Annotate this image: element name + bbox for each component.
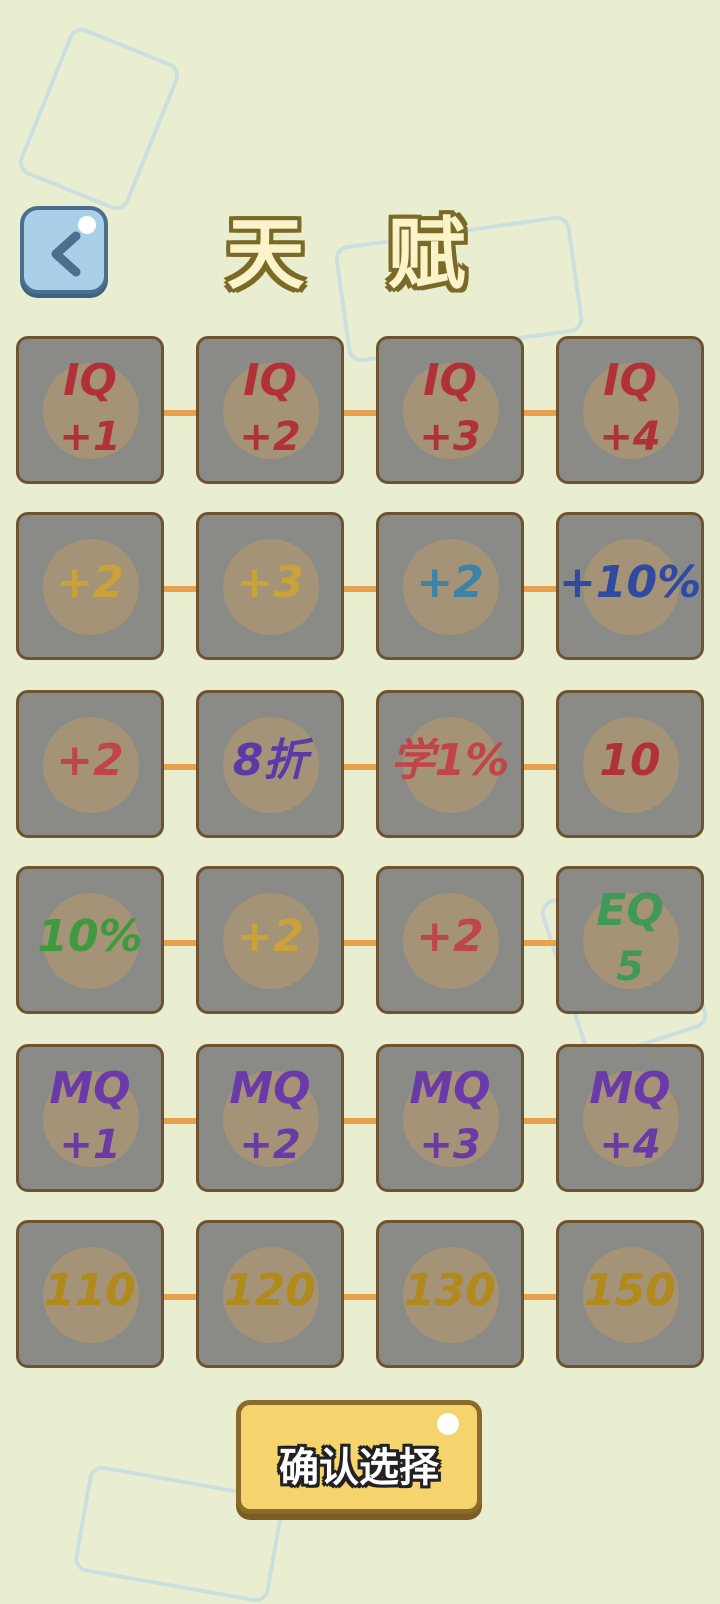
talent-label: MQ bbox=[589, 1063, 671, 1114]
talent-label: 150 bbox=[584, 1265, 676, 1316]
talent-tile[interactable]: 10% bbox=[16, 866, 164, 1014]
confirm-selection-label: 确认选择 bbox=[279, 1445, 439, 1491]
talent-tile[interactable]: 120 bbox=[196, 1220, 344, 1368]
talent-value: +2 bbox=[239, 1122, 301, 1168]
talent-row-connector bbox=[100, 764, 620, 770]
talent-value: 5 bbox=[616, 944, 644, 990]
talent-row-connector bbox=[100, 586, 620, 592]
talent-tile[interactable]: +2 bbox=[16, 690, 164, 838]
talent-label: 10% bbox=[37, 911, 143, 962]
talent-label: +2 bbox=[416, 557, 484, 608]
talent-tile[interactable]: 150 bbox=[556, 1220, 704, 1368]
talent-value: +1 bbox=[59, 414, 121, 460]
talent-value: +3 bbox=[419, 414, 481, 460]
talent-label: +10% bbox=[559, 557, 702, 608]
talent-tile[interactable]: IQ +1 bbox=[16, 336, 164, 484]
talent-tile[interactable]: EQ 5 bbox=[556, 866, 704, 1014]
talent-label: +2 bbox=[56, 735, 124, 786]
talent-value: +1 bbox=[59, 1122, 121, 1168]
button-shine bbox=[437, 1413, 459, 1435]
talent-label: 学1% bbox=[390, 735, 510, 786]
talent-tile[interactable]: MQ +2 bbox=[196, 1044, 344, 1192]
talent-tile[interactable]: +2 bbox=[16, 512, 164, 660]
talent-label: 8折 bbox=[232, 735, 308, 786]
talent-tile[interactable]: 学1% bbox=[376, 690, 524, 838]
talent-tile[interactable]: 8折 bbox=[196, 690, 344, 838]
talent-tile[interactable]: +2 bbox=[376, 866, 524, 1014]
confirm-selection-button[interactable]: 确认选择 bbox=[236, 1400, 482, 1514]
talent-label: 120 bbox=[224, 1265, 316, 1316]
talent-value: +2 bbox=[239, 414, 301, 460]
talent-tile[interactable]: IQ +2 bbox=[196, 336, 344, 484]
talent-label: IQ bbox=[63, 355, 117, 406]
talent-label: MQ bbox=[49, 1063, 131, 1114]
talent-tile[interactable]: MQ +4 bbox=[556, 1044, 704, 1192]
talent-label: MQ bbox=[409, 1063, 491, 1114]
talent-label: +2 bbox=[236, 911, 304, 962]
talent-label: +3 bbox=[236, 557, 304, 608]
talent-row-connector bbox=[100, 1294, 620, 1300]
talent-tile[interactable]: 110 bbox=[16, 1220, 164, 1368]
talent-tile[interactable]: +10% bbox=[556, 512, 704, 660]
talent-row-connector bbox=[100, 940, 620, 946]
talent-tile[interactable]: 10 bbox=[556, 690, 704, 838]
talent-label: MQ bbox=[229, 1063, 311, 1114]
talent-tile[interactable]: +2 bbox=[376, 512, 524, 660]
talent-label: IQ bbox=[603, 355, 657, 406]
talent-tile[interactable]: +3 bbox=[196, 512, 344, 660]
talent-tile[interactable]: +2 bbox=[196, 866, 344, 1014]
talent-row-connector bbox=[100, 410, 620, 416]
talent-grid: IQ +1 IQ +2 IQ +3 IQ +4 +2 +3 +2 +10% +2 8折 学1% 10 10% +2… bbox=[0, 0, 720, 1560]
talent-tile[interactable]: MQ +3 bbox=[376, 1044, 524, 1192]
talent-tile[interactable]: 130 bbox=[376, 1220, 524, 1368]
talent-label: +2 bbox=[416, 911, 484, 962]
talent-value: +3 bbox=[419, 1122, 481, 1168]
talent-value: +4 bbox=[599, 414, 661, 460]
talent-label: 110 bbox=[44, 1265, 136, 1316]
talent-label: IQ bbox=[423, 355, 477, 406]
talent-tile[interactable]: IQ +3 bbox=[376, 336, 524, 484]
talent-label: +2 bbox=[56, 557, 124, 608]
talent-label: EQ bbox=[596, 885, 664, 936]
talent-tile[interactable]: MQ +1 bbox=[16, 1044, 164, 1192]
talent-row-connector bbox=[100, 1118, 620, 1124]
talent-label: IQ bbox=[243, 355, 297, 406]
talent-label: 10 bbox=[599, 735, 661, 786]
talent-label: 130 bbox=[404, 1265, 496, 1316]
talent-tile[interactable]: IQ +4 bbox=[556, 336, 704, 484]
talent-value: +4 bbox=[599, 1122, 661, 1168]
